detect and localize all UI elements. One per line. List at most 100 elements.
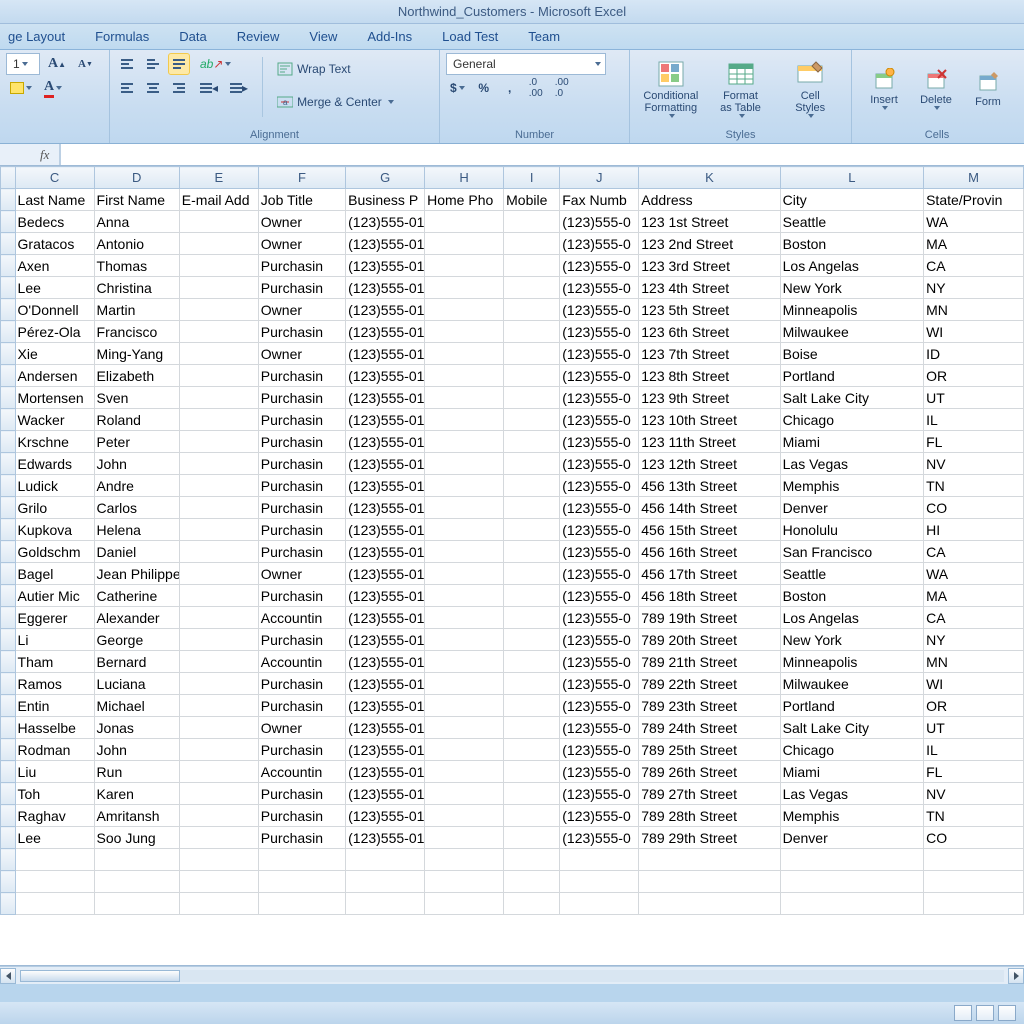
data-cell[interactable]: New York — [780, 629, 923, 651]
formula-input[interactable] — [60, 144, 1024, 165]
data-cell[interactable]: Mortensen — [15, 387, 94, 409]
data-cell[interactable] — [179, 277, 258, 299]
data-cell[interactable]: CO — [924, 497, 1024, 519]
data-cell[interactable]: Minneapolis — [780, 299, 923, 321]
data-cell[interactable] — [504, 277, 560, 299]
data-cell[interactable]: 123 3rd Street — [639, 255, 780, 277]
field-header-cell[interactable]: Job Title — [258, 189, 345, 211]
data-cell[interactable]: Purchasin — [258, 585, 345, 607]
data-cell[interactable]: (123)555-0 — [560, 761, 639, 783]
data-cell[interactable]: (123)555-0 — [560, 629, 639, 651]
data-cell[interactable]: Owner — [258, 717, 345, 739]
data-cell[interactable]: (123)555-0 — [560, 299, 639, 321]
data-cell[interactable] — [425, 695, 504, 717]
data-cell[interactable]: Autier Mic — [15, 585, 94, 607]
data-cell[interactable]: Miami — [780, 761, 923, 783]
data-cell[interactable]: (123)555-0 — [560, 541, 639, 563]
data-cell[interactable]: Anna — [94, 211, 179, 233]
data-cell[interactable]: Purchasin — [258, 365, 345, 387]
data-cell[interactable]: 123 8th Street — [639, 365, 780, 387]
data-cell[interactable]: Accountin — [258, 651, 345, 673]
data-cell[interactable]: Purchasin — [258, 541, 345, 563]
data-cell[interactable] — [179, 233, 258, 255]
data-cell[interactable] — [504, 651, 560, 673]
data-cell[interactable] — [94, 871, 179, 893]
column-header-M[interactable]: M — [924, 167, 1024, 189]
data-cell[interactable]: Amritansh — [94, 805, 179, 827]
data-cell[interactable] — [425, 607, 504, 629]
data-cell[interactable] — [560, 871, 639, 893]
data-cell[interactable]: 123 4th Street — [639, 277, 780, 299]
data-cell[interactable]: (123)555-0 — [560, 827, 639, 849]
data-cell[interactable] — [425, 673, 504, 695]
data-cell[interactable]: Axen — [15, 255, 94, 277]
align-left-icon[interactable] — [116, 77, 138, 99]
data-cell[interactable]: Bedecs — [15, 211, 94, 233]
number-format-select[interactable]: General — [446, 53, 606, 75]
column-header-C[interactable]: C — [15, 167, 94, 189]
data-cell[interactable] — [504, 475, 560, 497]
data-cell[interactable]: 456 16th Street — [639, 541, 780, 563]
data-cell[interactable]: Wacker — [15, 409, 94, 431]
data-cell[interactable] — [346, 893, 425, 915]
data-cell[interactable] — [504, 563, 560, 585]
data-cell[interactable]: Lee — [15, 827, 94, 849]
data-cell[interactable] — [179, 563, 258, 585]
increase-decimal-icon[interactable]: .0.00 — [525, 77, 547, 99]
data-cell[interactable]: Soo Jung — [94, 827, 179, 849]
data-cell[interactable] — [425, 827, 504, 849]
data-cell[interactable]: Rodman — [15, 739, 94, 761]
data-cell[interactable]: Thomas — [94, 255, 179, 277]
data-cell[interactable]: (123)555-0100 — [346, 805, 425, 827]
data-cell[interactable] — [425, 211, 504, 233]
data-cell[interactable]: Andre — [94, 475, 179, 497]
data-cell[interactable] — [179, 211, 258, 233]
data-cell[interactable]: (123)555-0 — [560, 563, 639, 585]
data-cell[interactable]: 789 19th Street — [639, 607, 780, 629]
data-cell[interactable]: Chicago — [780, 409, 923, 431]
data-cell[interactable]: (123)555-0100 — [346, 431, 425, 453]
data-cell[interactable] — [504, 343, 560, 365]
data-cell[interactable]: Karen — [94, 783, 179, 805]
row-header[interactable] — [1, 607, 16, 629]
data-cell[interactable] — [179, 827, 258, 849]
data-cell[interactable]: Los Angelas — [780, 607, 923, 629]
column-header-J[interactable]: J — [560, 167, 639, 189]
data-cell[interactable]: San Francisco — [780, 541, 923, 563]
data-cell[interactable]: Daniel — [94, 541, 179, 563]
data-cell[interactable]: WA — [924, 211, 1024, 233]
ribbon-tab-add-ins[interactable]: Add-Ins — [359, 25, 434, 48]
data-cell[interactable]: Carlos — [94, 497, 179, 519]
data-cell[interactable]: Raghav — [15, 805, 94, 827]
data-cell[interactable]: (123)555-0100 — [346, 563, 425, 585]
data-cell[interactable]: Hasselbe — [15, 717, 94, 739]
data-cell[interactable] — [425, 475, 504, 497]
data-cell[interactable]: Grilo — [15, 497, 94, 519]
data-cell[interactable]: Purchasin — [258, 827, 345, 849]
column-header-F[interactable]: F — [258, 167, 345, 189]
data-cell[interactable]: (123)555-0 — [560, 783, 639, 805]
data-cell[interactable]: Chicago — [780, 739, 923, 761]
data-cell[interactable] — [425, 321, 504, 343]
data-cell[interactable]: Li — [15, 629, 94, 651]
data-cell[interactable]: (123)555-0100 — [346, 761, 425, 783]
data-cell[interactable]: Seattle — [780, 211, 923, 233]
data-cell[interactable]: Purchasin — [258, 431, 345, 453]
data-cell[interactable] — [504, 585, 560, 607]
data-cell[interactable] — [425, 893, 504, 915]
data-cell[interactable] — [179, 255, 258, 277]
data-cell[interactable]: 789 25th Street — [639, 739, 780, 761]
worksheet[interactable]: CDEFGHIJKLM Last NameFirst NameE-mail Ad… — [0, 166, 1024, 966]
data-cell[interactable]: Purchasin — [258, 277, 345, 299]
data-cell[interactable] — [179, 365, 258, 387]
orientation-button[interactable]: ab↗ — [196, 53, 235, 75]
data-cell[interactable]: (123)555-0100 — [346, 607, 425, 629]
data-cell[interactable] — [504, 805, 560, 827]
data-cell[interactable]: Krschne — [15, 431, 94, 453]
data-cell[interactable]: Purchasin — [258, 629, 345, 651]
data-cell[interactable] — [179, 651, 258, 673]
data-cell[interactable]: NY — [924, 277, 1024, 299]
column-header-D[interactable]: D — [94, 167, 179, 189]
data-cell[interactable]: Elizabeth — [94, 365, 179, 387]
data-cell[interactable]: 123 1st Street — [639, 211, 780, 233]
